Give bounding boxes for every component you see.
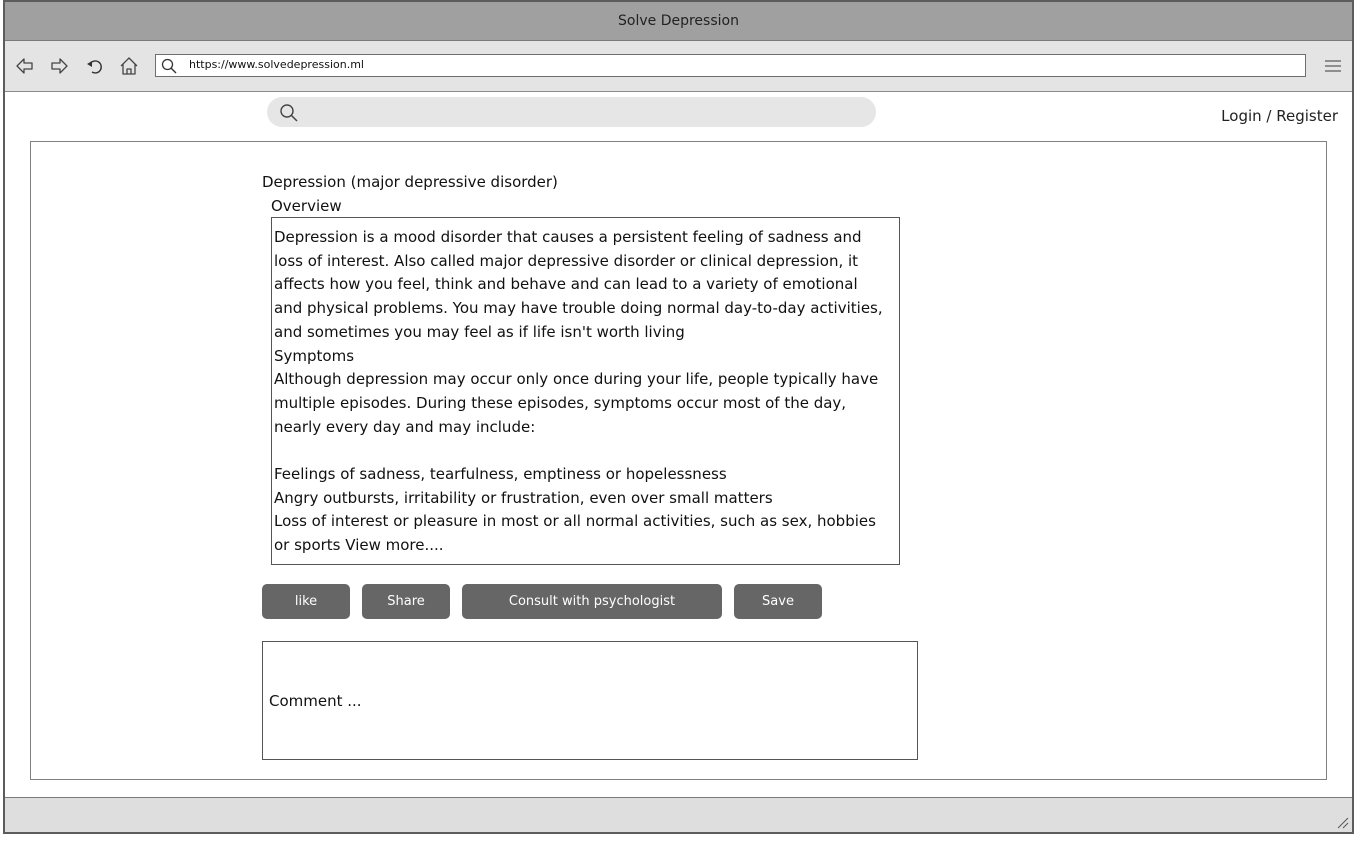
search-icon xyxy=(161,58,177,74)
site-search-input[interactable] xyxy=(267,97,876,127)
forward-arrow-icon[interactable] xyxy=(49,56,69,76)
content-line: Angry outbursts, irritability or frustra… xyxy=(274,488,773,507)
save-button[interactable]: Save xyxy=(734,584,822,619)
hamburger-menu-icon[interactable] xyxy=(1324,57,1342,75)
section-label: Overview xyxy=(271,197,342,215)
consult-psychologist-button[interactable]: Consult with psychologist xyxy=(462,584,722,619)
title-bar: Solve Depression xyxy=(5,2,1352,41)
comment-placeholder: Comment ... xyxy=(269,692,362,710)
article-content: Depression is a mood disorder that cause… xyxy=(271,217,900,565)
content-line: Feelings of sadness, tearfulness, emptin… xyxy=(274,465,727,484)
content-line: nearly every day and may include: xyxy=(274,417,536,436)
back-arrow-icon[interactable] xyxy=(15,56,35,76)
content-line: loss of interest. Also called major depr… xyxy=(274,251,859,270)
window-title: Solve Depression xyxy=(618,13,739,29)
address-bar[interactable]: https://www.solvedepression.ml xyxy=(155,54,1306,77)
content-line: Loss of interest or pleasure in most or … xyxy=(274,512,876,531)
content-line: Depression is a mood disorder that cause… xyxy=(274,228,862,246)
content-line xyxy=(274,439,899,463)
status-bar xyxy=(5,797,1352,832)
browser-window: Solve Depression https://www.solvedepres… xyxy=(3,0,1354,834)
like-button[interactable]: like xyxy=(262,584,350,619)
search-icon xyxy=(280,104,298,122)
content-line: and physical problems. You may have trou… xyxy=(274,299,883,318)
article-title: Depression (major depressive disorder) xyxy=(262,173,558,191)
content-line: Although depression may occur only once … xyxy=(274,370,879,389)
content-line: Symptoms xyxy=(274,346,355,365)
resize-grip-icon[interactable] xyxy=(1335,815,1349,829)
browser-toolbar: https://www.solvedepression.ml xyxy=(5,41,1352,92)
home-icon[interactable] xyxy=(119,56,139,76)
content-line: multiple episodes. During these episodes… xyxy=(274,393,847,412)
login-register-link[interactable]: Login / Register xyxy=(1221,107,1338,125)
content-line: affects how you feel, think and behave a… xyxy=(274,275,858,294)
reload-icon[interactable] xyxy=(85,56,105,76)
comment-field[interactable]: Comment ... xyxy=(262,641,918,760)
share-button[interactable]: Share xyxy=(362,584,450,619)
content-line[interactable]: or sports View more.... xyxy=(274,534,899,558)
content-line: and sometimes you may feel as if life is… xyxy=(274,322,685,341)
url-text: https://www.solvedepression.ml xyxy=(189,58,364,71)
